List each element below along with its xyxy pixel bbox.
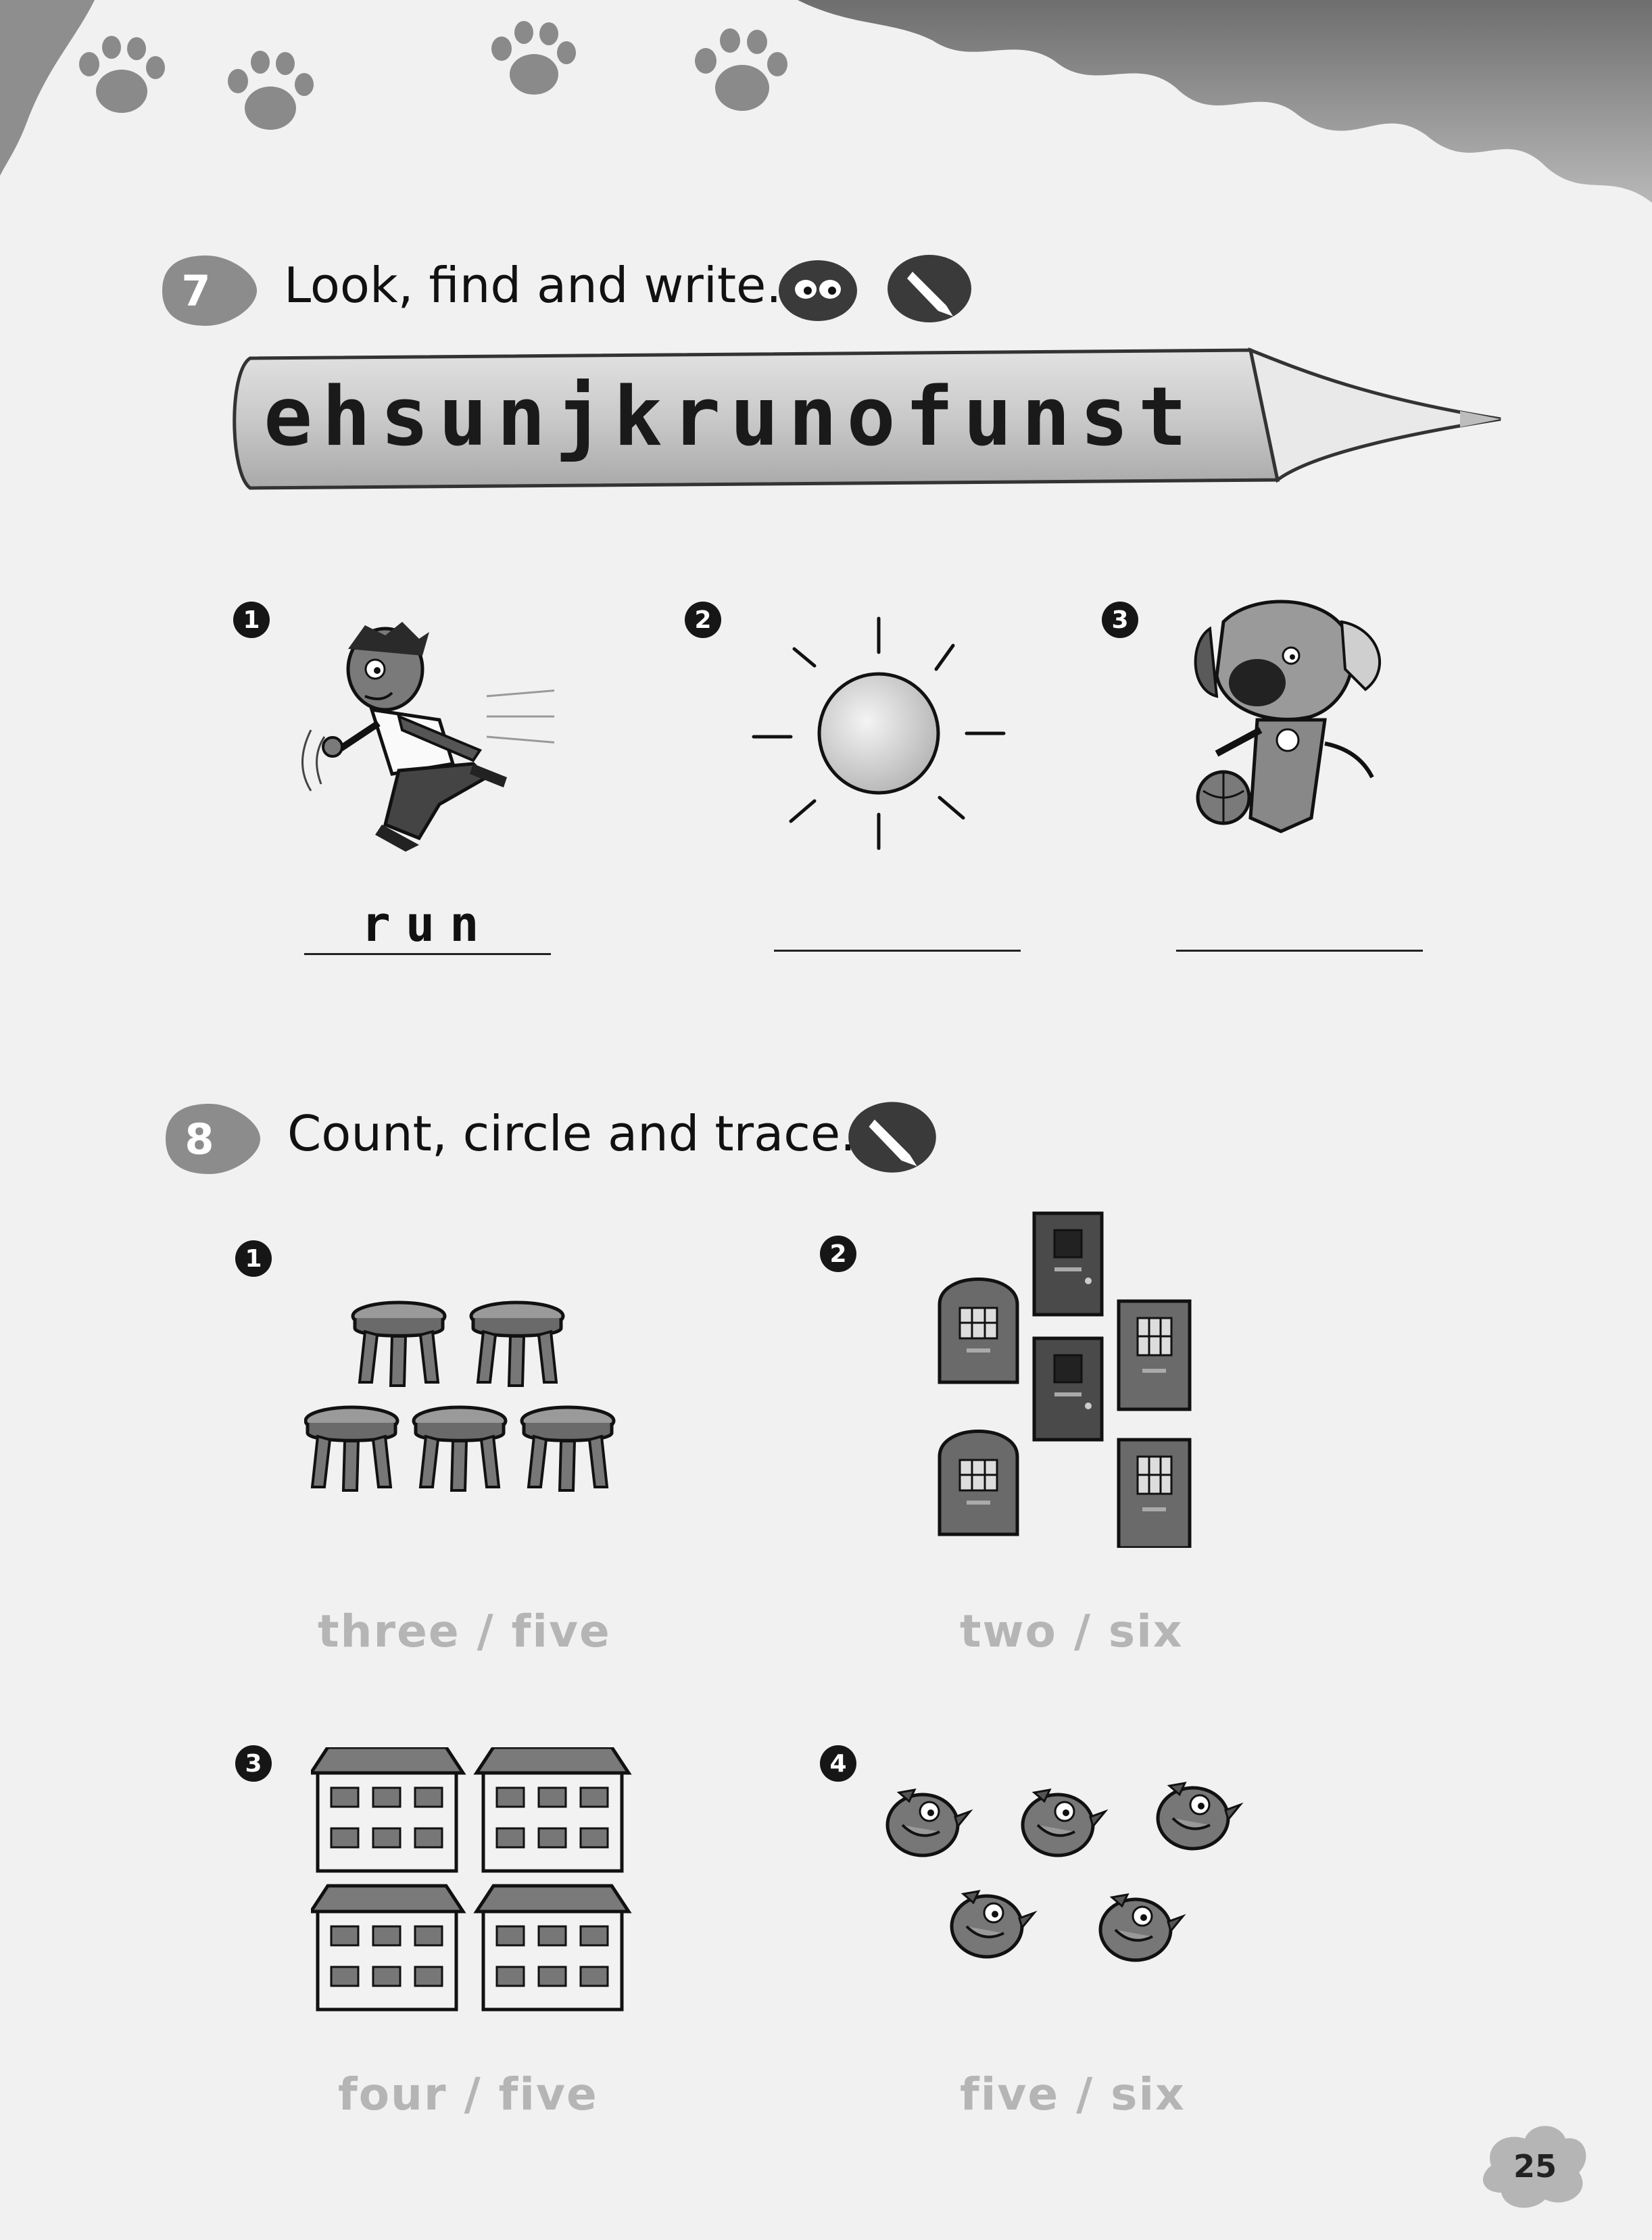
dog-with-ball-picture	[1194, 600, 1382, 833]
exercise-number: 8	[185, 1114, 214, 1164]
exercise-8-instruction: Count, circle and trace.	[287, 1105, 856, 1162]
choice-1[interactable]: three / five	[318, 1605, 611, 1657]
item-marker: 2	[685, 602, 721, 638]
item-marker: 3	[235, 1745, 272, 1782]
pencil-icon	[848, 1102, 936, 1173]
paw-print-icon	[228, 51, 314, 130]
answer-3-line[interactable]	[1176, 950, 1423, 952]
page-number: 25	[1513, 2148, 1557, 2185]
choice-2[interactable]: two / six	[960, 1605, 1183, 1657]
answer-1-text[interactable]: run	[304, 896, 551, 952]
letter-string: ehsunjkrunofunst	[264, 370, 1196, 464]
pencil-icon	[888, 255, 971, 322]
eyes-icon	[779, 260, 857, 321]
answer-1-line[interactable]	[304, 953, 551, 955]
birds-picture	[882, 1778, 1261, 1980]
sun-picture	[752, 616, 1006, 850]
exercise-7-instruction: Look, find and write.	[284, 257, 782, 314]
choice-4[interactable]: five / six	[960, 2068, 1186, 2120]
paw-print-icon	[491, 21, 576, 95]
exercise-8-badge: 8	[159, 1098, 267, 1179]
item-marker: 2	[820, 1236, 856, 1272]
stools-picture	[304, 1298, 622, 1501]
answer-2-line[interactable]	[774, 950, 1021, 952]
item-marker: 1	[233, 602, 270, 638]
page-number-badge: 25	[1478, 2118, 1593, 2213]
choice-3[interactable]: four / five	[338, 2068, 598, 2120]
item-marker: 4	[820, 1745, 856, 1782]
paw-print-icon	[695, 28, 787, 111]
item-marker: 3	[1102, 602, 1138, 638]
doors-picture	[936, 1210, 1207, 1548]
houses-picture	[311, 1747, 632, 2018]
exercise-7-badge: 7	[155, 250, 264, 331]
exercise-number: 7	[181, 266, 211, 316]
item-marker: 1	[235, 1240, 272, 1277]
paw-print-icon	[79, 36, 165, 113]
running-boy-picture	[301, 622, 554, 852]
